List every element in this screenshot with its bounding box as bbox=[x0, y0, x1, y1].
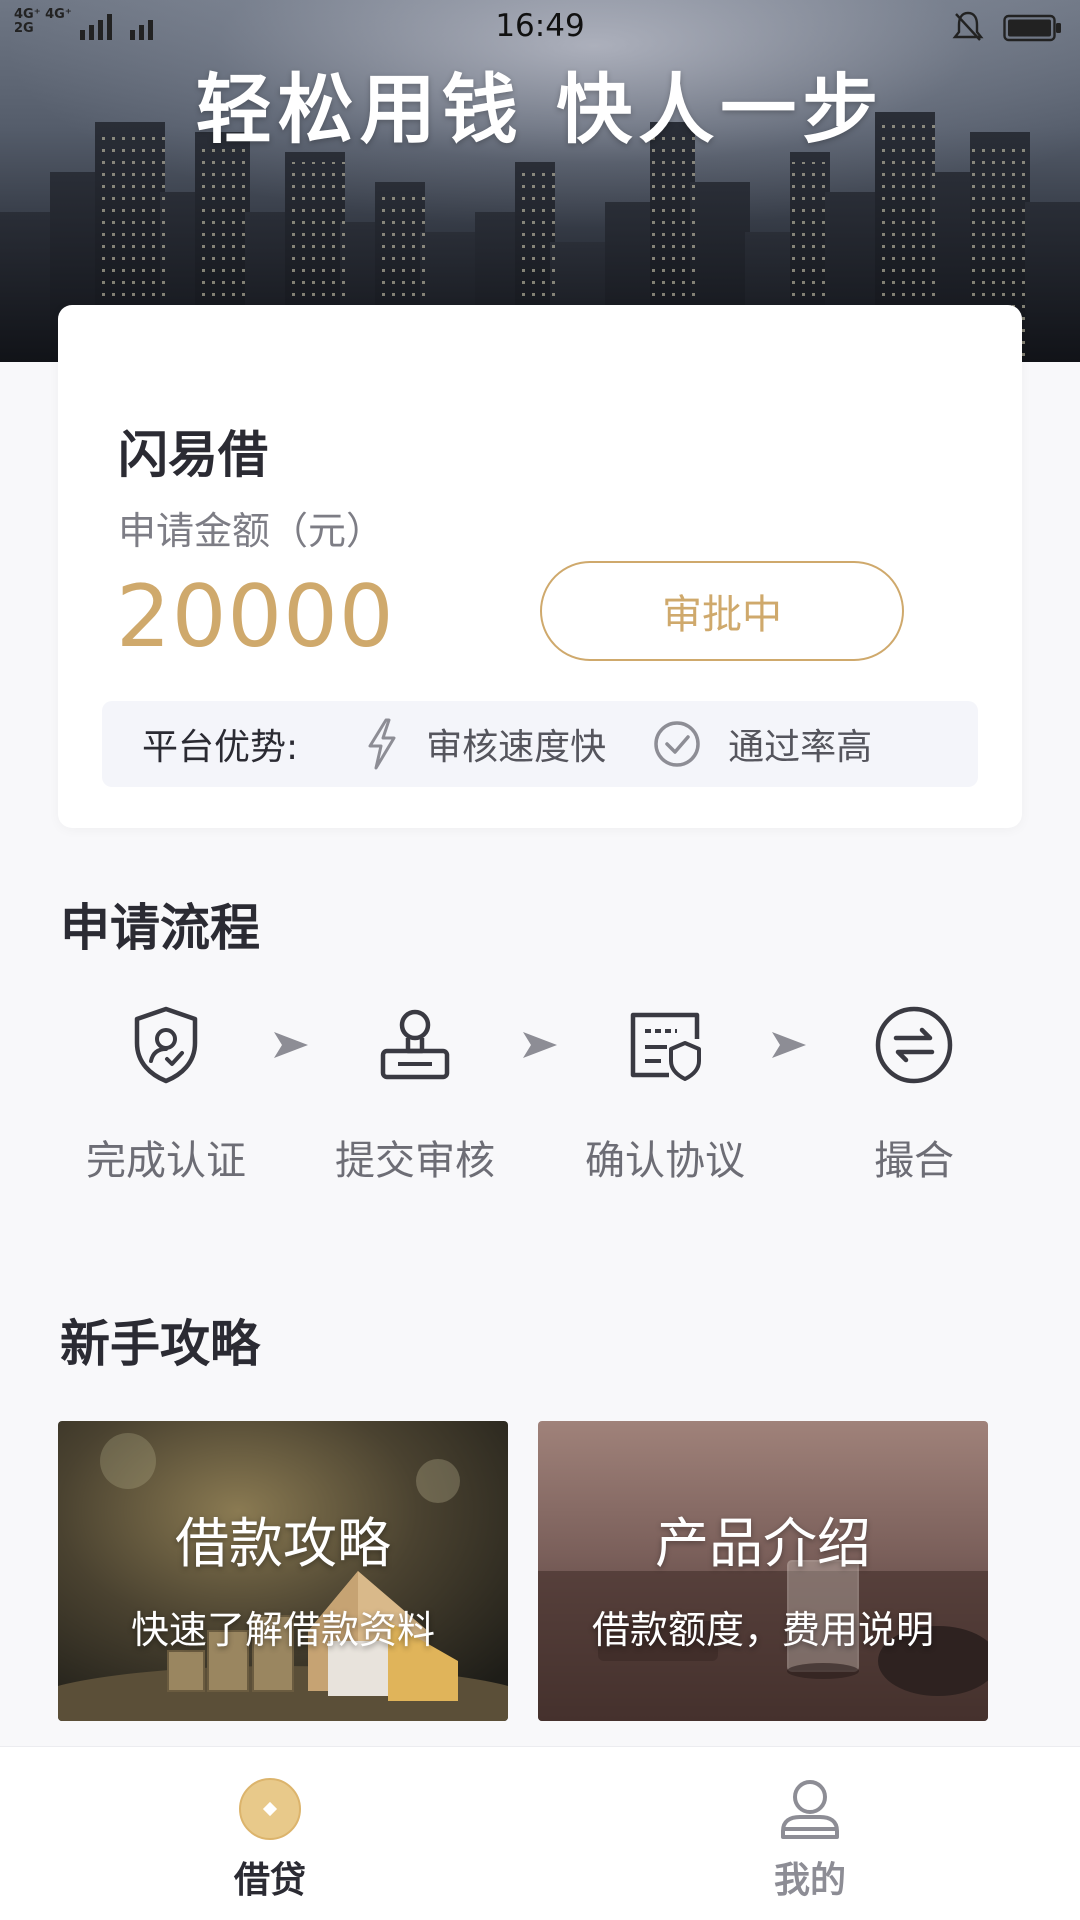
user-icon bbox=[660, 1777, 960, 1841]
guide-card-title: 产品介绍 bbox=[655, 1512, 871, 1575]
step-submit-review[interactable]: 提交审核 bbox=[315, 1000, 515, 1186]
process-steps: 完成认证 提交审核 确认协议 撮合 bbox=[0, 1000, 1080, 1200]
step-confirm-agreement[interactable]: 确认协议 bbox=[565, 1000, 765, 1186]
stamp-icon bbox=[315, 1000, 515, 1090]
hero-slogan: 轻松用钱 快人一步 bbox=[195, 65, 885, 154]
step-submit-review-label: 提交审核 bbox=[335, 1138, 495, 1184]
exchange-icon bbox=[814, 1000, 1014, 1090]
nav-tab-loan[interactable]: 借贷 bbox=[120, 1747, 420, 1920]
advantage-fast-review: 审核速度快 bbox=[364, 718, 606, 770]
guide-card-title: 借款攻略 bbox=[175, 1512, 391, 1575]
amount-value: 20000 bbox=[116, 567, 395, 667]
step-matching-label: 撮合 bbox=[874, 1138, 954, 1184]
bell-muted-icon bbox=[952, 11, 984, 41]
step-confirm-agreement-label: 确认协议 bbox=[585, 1138, 745, 1184]
coin-icon bbox=[120, 1777, 420, 1841]
step-matching[interactable]: 撮合 bbox=[814, 1000, 1014, 1186]
nav-tab-loan-label: 借贷 bbox=[233, 1860, 306, 1901]
product-name: 闪易借 bbox=[118, 426, 268, 484]
nav-tab-mine-label: 我的 bbox=[773, 1860, 846, 1901]
guide-card-product-intro[interactable]: 产品介绍 借款额度，费用说明 bbox=[538, 1421, 988, 1721]
advantage-fast-review-text: 审核速度快 bbox=[426, 727, 607, 768]
clock: 16:49 bbox=[495, 8, 585, 44]
process-section-title: 申请流程 bbox=[60, 899, 260, 957]
lightning-icon bbox=[364, 718, 400, 770]
advantages-label: 平台优势: bbox=[142, 727, 299, 768]
battery-icon bbox=[1003, 14, 1061, 42]
approval-status-button[interactable]: 审批中 bbox=[540, 561, 904, 661]
step-arrow-icon bbox=[274, 1032, 308, 1058]
shield-user-icon bbox=[66, 1000, 266, 1090]
advantage-high-pass: 通过率高 bbox=[652, 718, 872, 770]
step-verification[interactable]: 完成认证 bbox=[66, 1000, 266, 1186]
advantage-high-pass-text: 通过率高 bbox=[728, 727, 873, 768]
guide-card-subtitle: 快速了解借款资料 bbox=[130, 1608, 435, 1652]
document-shield-icon bbox=[565, 1000, 765, 1090]
guide-card-loan-tips[interactable]: 借款攻略 快速了解借款资料 bbox=[58, 1421, 508, 1721]
guide-section-title: 新手攻略 bbox=[60, 1315, 260, 1373]
step-arrow-icon bbox=[772, 1032, 806, 1058]
product-card: 闪易借 申请金额（元） 20000 审批中 平台优势: 审核速度快 通过率高 bbox=[58, 305, 1022, 828]
nav-tab-mine[interactable]: 我的 bbox=[660, 1747, 960, 1920]
bottom-nav: 借贷 我的 bbox=[0, 1746, 1080, 1920]
check-circle-icon bbox=[652, 719, 702, 769]
amount-label: 申请金额（元） bbox=[118, 509, 385, 553]
guide-card-subtitle: 借款额度，费用说明 bbox=[591, 1608, 934, 1652]
step-verification-label: 完成认证 bbox=[86, 1138, 246, 1184]
platform-advantages: 平台优势: 审核速度快 通过率高 bbox=[102, 701, 978, 787]
step-arrow-icon bbox=[523, 1032, 557, 1058]
